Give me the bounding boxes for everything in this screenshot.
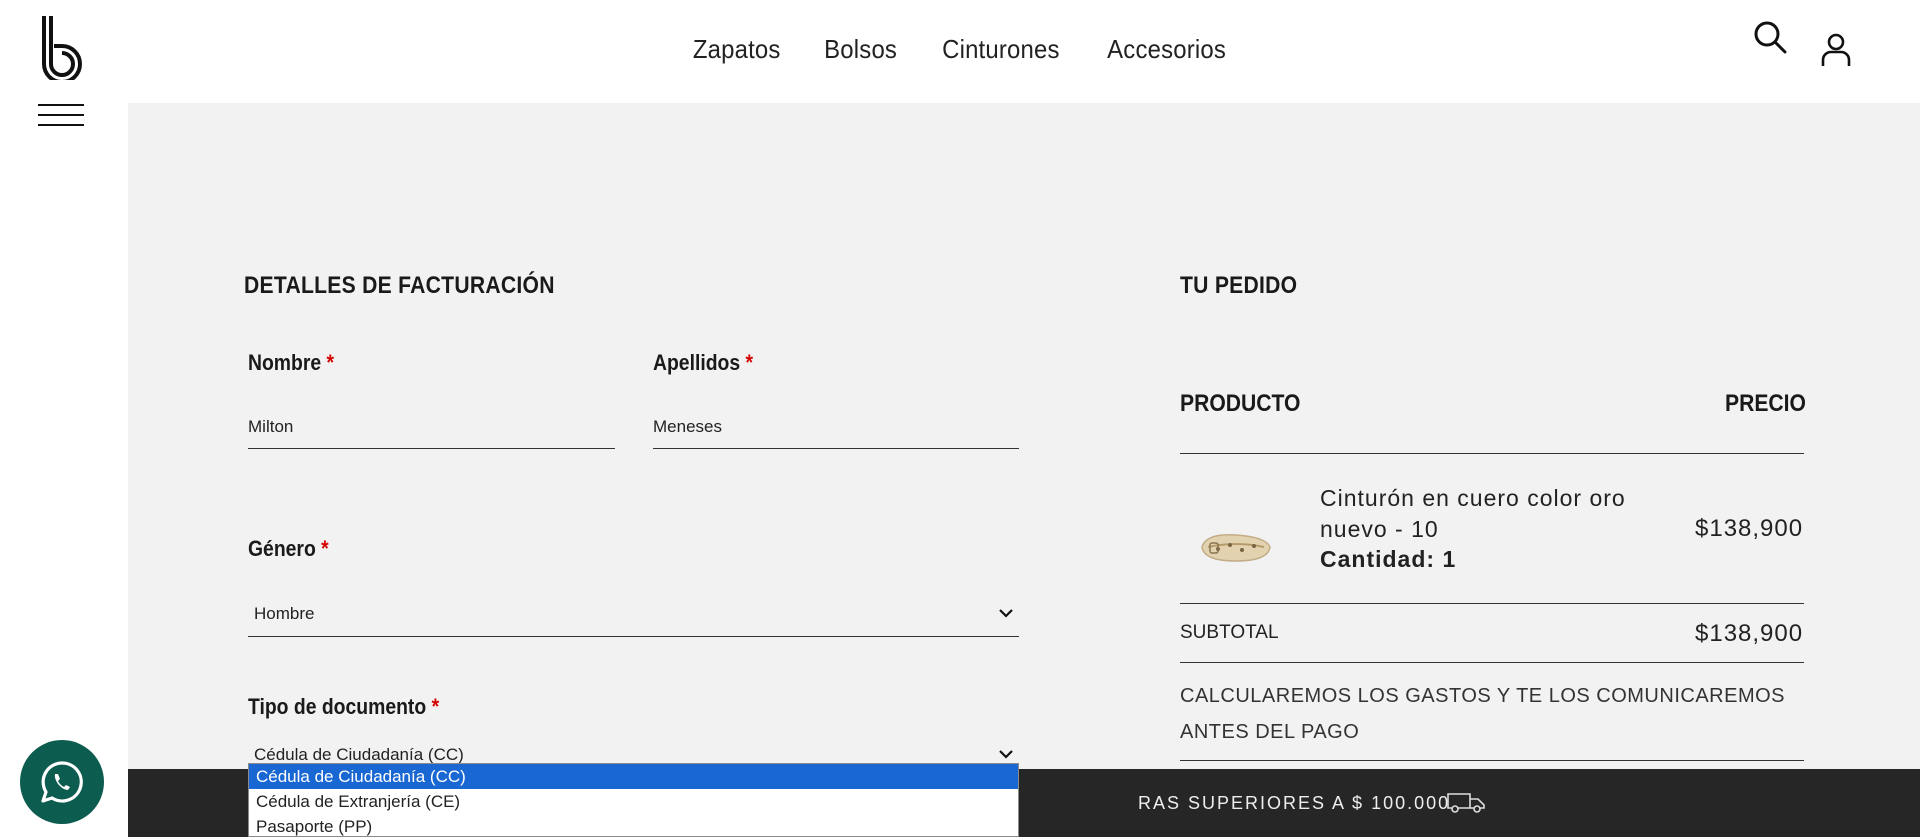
product-price: $138,900 [1695, 515, 1804, 542]
product-name[interactable]: Cinturón en cuero color oro nuevo - 10 [1320, 483, 1680, 545]
main-nav: Zapatos Bolsos Cinturones Accesorios [0, 34, 1920, 65]
subtotal-label: SUBTOTAL [1180, 622, 1279, 643]
subtotal-value: $138,900 [1695, 620, 1804, 647]
apellidos-input[interactable] [653, 405, 1019, 449]
divider [1180, 662, 1804, 663]
col-price-header: PRECIO [1725, 390, 1806, 417]
tipo-documento-value: Cédula de Ciudadanía (CC) [254, 744, 464, 764]
col-product-header: PRODUCTO [1180, 390, 1301, 417]
option-pp[interactable]: Pasaporte (PP) [249, 814, 1018, 837]
whatsapp-icon [41, 761, 83, 803]
nombre-input[interactable] [248, 405, 615, 449]
divider [1180, 603, 1804, 604]
banner-text: RAS SUPERIORES A $ 100.000 [1138, 793, 1451, 813]
product-quantity: Cantidad: 1 [1320, 546, 1457, 572]
nav-item-cinturones[interactable]: Cinturones [942, 34, 1060, 65]
tipo-documento-options: Cédula de Ciudadanía (CC) Cédula de Extr… [248, 763, 1019, 837]
truck-icon [1447, 793, 1485, 813]
hamburger-icon[interactable] [38, 104, 84, 126]
side-rail [0, 103, 128, 837]
user-icon[interactable] [1819, 32, 1853, 68]
product-thumbnail[interactable] [1196, 517, 1276, 577]
nav-item-accesorios[interactable]: Accesorios [1107, 34, 1226, 65]
apellidos-label: Apellidos * [653, 350, 754, 375]
divider [1180, 453, 1804, 454]
nav-item-bolsos[interactable]: Bolsos [824, 34, 897, 65]
divider [1180, 760, 1804, 761]
nav-item-zapatos[interactable]: Zapatos [693, 34, 781, 65]
genero-select[interactable]: Hombre [248, 591, 1019, 637]
chevron-down-icon [999, 609, 1013, 618]
option-ce[interactable]: Cédula de Extranjería (CE) [249, 789, 1018, 814]
option-cc[interactable]: Cédula de Ciudadanía (CC) [249, 764, 1018, 789]
tipo-documento-label: Tipo de documento * [248, 694, 440, 719]
genero-value: Hombre [254, 603, 315, 623]
whatsapp-button[interactable] [20, 740, 104, 824]
chevron-down-icon [999, 750, 1013, 759]
billing-title: DETALLES DE FACTURACIÓN [244, 272, 555, 299]
nombre-label: Nombre * [248, 350, 335, 375]
search-icon[interactable] [1753, 20, 1787, 54]
order-title: TU PEDIDO [1180, 272, 1298, 299]
site-header: Zapatos Bolsos Cinturones Accesorios [0, 0, 1920, 103]
genero-label: Género * [248, 536, 329, 561]
shipping-note: CALCULAREMOS LOS GASTOS Y TE LOS COMUNIC… [1180, 685, 1786, 743]
